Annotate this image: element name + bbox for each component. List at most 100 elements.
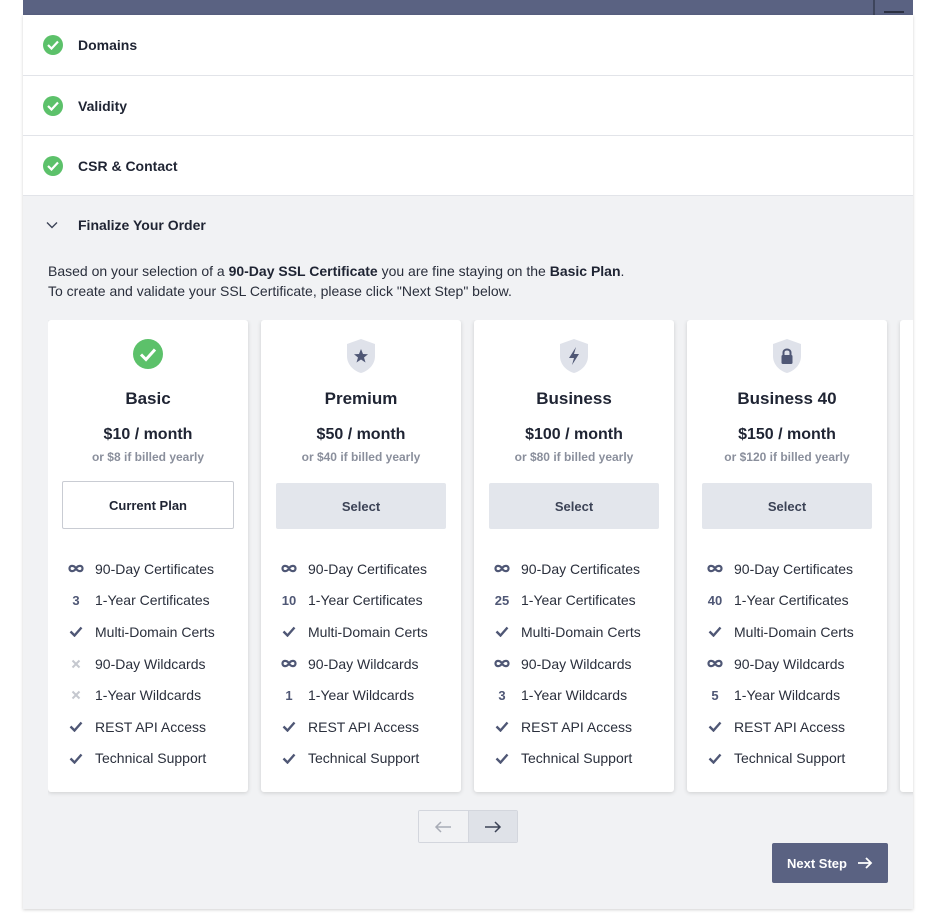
check-icon — [492, 721, 512, 733]
infinity-icon — [492, 564, 512, 573]
feature-label: Multi-Domain Certs — [95, 623, 215, 640]
infinity-icon — [492, 659, 512, 668]
feature-item: 5 1-Year Wildcards — [687, 679, 887, 711]
feature-label: 90-Day Certificates — [95, 560, 215, 577]
feature-label: 1-Year Certificates — [95, 592, 210, 609]
step-validity[interactable]: Validity — [23, 76, 913, 136]
check-icon — [279, 753, 299, 764]
feature-item: 40 1-Year Certificates — [687, 585, 887, 617]
carousel-pager — [418, 810, 518, 843]
infinity-icon — [279, 659, 299, 668]
feature-item: 90-Day Wildcards — [687, 648, 887, 680]
feature-label: 1-Year Certificates — [308, 592, 423, 609]
feature-label: 90-Day Wildcards — [308, 655, 419, 672]
step-label: Validity — [78, 97, 128, 114]
feature-item: Technical Support — [261, 743, 461, 775]
feature-list: 90-Day Certificates 3 1-Year Certificates M… — [48, 553, 248, 774]
plan-name: Business 40 — [737, 389, 837, 408]
feature-item: 90-Day Certificates — [687, 553, 887, 585]
feature-label: REST API Access — [308, 718, 420, 735]
feature-item: REST API Access — [474, 711, 674, 743]
check-circle-icon — [48, 338, 248, 374]
plan-carousel: Basic $10 / month or $8 if billed yearly Cu… — [48, 320, 913, 800]
plan-yearly-price: or $120 if billed yearly — [724, 450, 850, 464]
feature-label: REST API Access — [95, 718, 207, 735]
feature-label: 90-Day Wildcards — [521, 655, 632, 672]
step-finalize-header[interactable]: Finalize Your Order — [23, 196, 913, 253]
check-icon — [492, 626, 512, 638]
step-csr-contact[interactable]: CSR & Contact — [23, 136, 913, 196]
select-plan-button[interactable]: Select — [702, 483, 872, 529]
plan-price: $10 / month — [103, 426, 193, 443]
feature-item: REST API Access — [48, 711, 248, 743]
plan-price: $50 / month — [316, 426, 406, 443]
infinity-icon — [705, 659, 725, 668]
feature-label: Multi-Domain Certs — [308, 623, 428, 640]
select-plan-button[interactable]: Select — [276, 483, 446, 529]
feature-item: 90-Day Wildcards — [261, 648, 461, 680]
plan-price: $150 / month — [738, 426, 836, 443]
plan-name: Basic — [125, 389, 171, 408]
step-domains[interactable]: Domains — [23, 15, 913, 76]
feature-label: Technical Support — [734, 750, 846, 767]
step-label: Domains — [78, 37, 138, 53]
next-step-label: Next Step — [787, 855, 847, 871]
feature-label: 1-Year Wildcards — [734, 687, 841, 704]
arrow-right-icon — [484, 820, 501, 833]
feature-list: 90-Day Certificates 40 1-Year Certificates… — [687, 553, 887, 774]
feature-label: 90-Day Certificates — [521, 560, 641, 577]
x-icon — [66, 659, 86, 669]
check-icon — [66, 626, 86, 638]
feature-item: 1-Year Wildcards — [48, 679, 248, 711]
feature-label: 90-Day Certificates — [734, 560, 854, 577]
check-icon — [705, 626, 725, 638]
check-icon — [279, 626, 299, 638]
carousel-prev-button[interactable] — [419, 811, 469, 842]
feature-label: 90-Day Wildcards — [734, 655, 845, 672]
feature-label: 1-Year Certificates — [734, 592, 849, 609]
arrow-right-icon — [857, 857, 873, 869]
check-circle-icon — [43, 95, 63, 116]
feature-item: REST API Access — [261, 711, 461, 743]
plan-card: Business 40 $150 / month or $120 if billed… — [687, 320, 887, 792]
order-panel: Domains Validity CSR & Contact Finalize … — [23, 15, 913, 909]
feature-count: 3 — [498, 687, 506, 703]
feature-item: Multi-Domain Certs — [687, 616, 887, 648]
check-circle-icon — [43, 155, 63, 176]
feature-count: 40 — [707, 592, 723, 608]
feature-label: 1-Year Wildcards — [308, 687, 415, 704]
carousel-next-button[interactable] — [468, 811, 517, 842]
check-circle-icon — [43, 35, 63, 55]
feature-label: REST API Access — [734, 718, 846, 735]
feature-item: Multi-Domain Certs — [48, 616, 248, 648]
infinity-icon — [66, 564, 86, 573]
next-step-button[interactable]: Next Step — [772, 843, 888, 883]
current-plan-button[interactable]: Current Plan — [62, 481, 234, 529]
intro-line-2: To create and validate your SSL Certific… — [48, 283, 512, 299]
feature-label: 1-Year Certificates — [521, 592, 636, 609]
feature-label: Multi-Domain Certs — [734, 623, 854, 640]
plan-name: Business — [536, 389, 612, 408]
check-icon — [66, 753, 86, 764]
check-icon — [279, 721, 299, 733]
intro-line-1: Based on your selection of a 90-Day SSL … — [48, 263, 625, 279]
shield-star-icon — [261, 338, 461, 374]
feature-item: Multi-Domain Certs — [474, 616, 674, 648]
feature-label: REST API Access — [521, 718, 633, 735]
chevron-down-icon — [46, 221, 58, 229]
feature-label: 1-Year Wildcards — [521, 687, 628, 704]
menu-handle[interactable] — [873, 0, 909, 15]
feature-item: Multi-Domain Certs — [261, 616, 461, 648]
plan-price: $100 / month — [525, 426, 623, 443]
feature-count: 1 — [285, 687, 293, 703]
feature-label: Multi-Domain Certs — [521, 623, 641, 640]
select-plan-button[interactable]: Select — [489, 483, 659, 529]
feature-label: Technical Support — [521, 750, 633, 767]
feature-item: Technical Support — [474, 743, 674, 775]
check-icon — [705, 753, 725, 764]
feature-label: 90-Day Wildcards — [95, 655, 206, 672]
feature-item: Technical Support — [687, 743, 887, 775]
check-icon — [492, 753, 512, 764]
feature-item: 90-Day Certificates — [261, 553, 461, 585]
feature-count: 3 — [72, 592, 80, 608]
